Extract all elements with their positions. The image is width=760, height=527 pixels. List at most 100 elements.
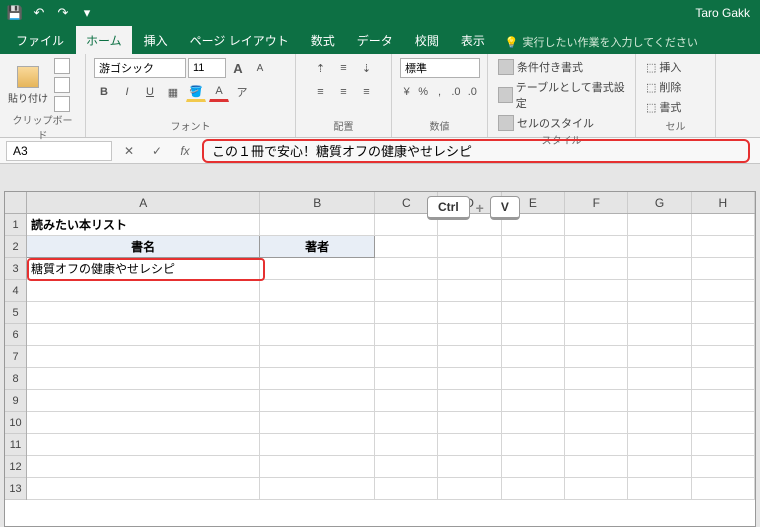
cell-d5[interactable] [438, 302, 501, 324]
tab-page-layout[interactable]: ページ レイアウト [180, 26, 299, 54]
cell-g1[interactable] [628, 214, 691, 236]
cell-a5[interactable] [27, 302, 260, 324]
align-right-icon[interactable]: ≡ [357, 82, 377, 102]
tab-insert[interactable]: 挿入 [134, 26, 178, 54]
cell-b6[interactable] [260, 324, 375, 346]
bold-button[interactable]: B [94, 82, 114, 102]
format-as-table-button[interactable]: テーブルとして書式設定 [496, 78, 627, 112]
cell-a3[interactable]: 糖質オフの健康やせレシピ [27, 258, 260, 280]
cell-g2[interactable] [628, 236, 691, 258]
cell-f12[interactable] [565, 456, 628, 478]
cell-f13[interactable] [565, 478, 628, 500]
align-top-icon[interactable]: ⇡ [311, 58, 331, 78]
row-header-6[interactable]: 6 [5, 324, 26, 346]
cell-g7[interactable] [628, 346, 691, 368]
col-header-a[interactable]: A [27, 192, 260, 213]
cell-f9[interactable] [565, 390, 628, 412]
tab-home[interactable]: ホーム [76, 26, 132, 54]
cell-g9[interactable] [628, 390, 691, 412]
cell-c7[interactable] [375, 346, 438, 368]
cell-f8[interactable] [565, 368, 628, 390]
col-header-b[interactable]: B [260, 192, 375, 213]
cell-h1[interactable] [692, 214, 755, 236]
save-icon[interactable]: 💾 [6, 4, 24, 22]
comma-icon[interactable]: , [433, 82, 446, 102]
cell-b3[interactable] [260, 258, 375, 280]
cell-e3[interactable] [502, 258, 565, 280]
inc-decimal-icon[interactable]: .0 [449, 82, 462, 102]
cell-c13[interactable] [375, 478, 438, 500]
cell-g10[interactable] [628, 412, 691, 434]
cell-d8[interactable] [438, 368, 501, 390]
row-header-5[interactable]: 5 [5, 302, 26, 324]
percent-icon[interactable]: % [416, 82, 429, 102]
cell-d9[interactable] [438, 390, 501, 412]
italic-button[interactable]: I [117, 82, 137, 102]
cell-a11[interactable] [27, 434, 260, 456]
select-all-corner[interactable] [5, 192, 27, 214]
cell-a2[interactable]: 書名 [27, 236, 260, 258]
cell-f4[interactable] [565, 280, 628, 302]
cell-d12[interactable] [438, 456, 501, 478]
cell-e7[interactable] [502, 346, 565, 368]
cell-a9[interactable] [27, 390, 260, 412]
row-header-1[interactable]: 1 [5, 214, 26, 236]
tab-formulas[interactable]: 数式 [301, 26, 345, 54]
cell-h5[interactable] [692, 302, 755, 324]
cell-d6[interactable] [438, 324, 501, 346]
tab-file[interactable]: ファイル [6, 26, 74, 54]
cell-d3[interactable] [438, 258, 501, 280]
row-header-13[interactable]: 13 [5, 478, 26, 500]
underline-button[interactable]: U [140, 82, 160, 102]
currency-icon[interactable]: ¥ [400, 82, 413, 102]
cell-d2[interactable] [438, 236, 501, 258]
fill-color-button[interactable]: 🪣 [186, 82, 206, 102]
cell-b7[interactable] [260, 346, 375, 368]
align-center-icon[interactable]: ≡ [334, 82, 354, 102]
delete-cells-button[interactable]: ⬚ 削除 [644, 78, 707, 96]
cell-d11[interactable] [438, 434, 501, 456]
shrink-font-icon[interactable]: A [250, 58, 270, 78]
cell-h13[interactable] [692, 478, 755, 500]
cell-h6[interactable] [692, 324, 755, 346]
cell-c12[interactable] [375, 456, 438, 478]
cell-e5[interactable] [502, 302, 565, 324]
format-painter-icon[interactable] [54, 96, 70, 112]
format-cells-button[interactable]: ⬚ 書式 [644, 98, 707, 116]
cell-e2[interactable] [502, 236, 565, 258]
cell-c10[interactable] [375, 412, 438, 434]
cell-f6[interactable] [565, 324, 628, 346]
tab-review[interactable]: 校閲 [405, 26, 449, 54]
cell-c9[interactable] [375, 390, 438, 412]
formula-bar[interactable] [204, 143, 748, 158]
cell-b5[interactable] [260, 302, 375, 324]
cell-c3[interactable] [375, 258, 438, 280]
copy-icon[interactable] [54, 77, 70, 93]
cell-e9[interactable] [502, 390, 565, 412]
cell-b12[interactable] [260, 456, 375, 478]
row-header-8[interactable]: 8 [5, 368, 26, 390]
paste-button[interactable]: 貼り付け [8, 66, 48, 105]
cell-g8[interactable] [628, 368, 691, 390]
font-name-select[interactable]: 游ゴシック [94, 58, 186, 78]
cell-c5[interactable] [375, 302, 438, 324]
cell-c6[interactable] [375, 324, 438, 346]
cell-h11[interactable] [692, 434, 755, 456]
cell-e13[interactable] [502, 478, 565, 500]
cell-h9[interactable] [692, 390, 755, 412]
cell-b4[interactable] [260, 280, 375, 302]
tab-view[interactable]: 表示 [451, 26, 495, 54]
cell-a1[interactable]: 読みたい本リスト [27, 214, 260, 236]
phonetic-button[interactable]: ア [232, 82, 252, 102]
cell-b10[interactable] [260, 412, 375, 434]
cell-b13[interactable] [260, 478, 375, 500]
col-header-h[interactable]: H [692, 192, 755, 213]
cell-b8[interactable] [260, 368, 375, 390]
align-left-icon[interactable]: ≡ [311, 82, 331, 102]
number-format-select[interactable]: 標準 [400, 58, 480, 78]
cell-b9[interactable] [260, 390, 375, 412]
font-size-select[interactable]: 11 [188, 58, 226, 78]
dec-decimal-icon[interactable]: .0 [466, 82, 479, 102]
cells-area[interactable]: 読みたい本リスト書名著者糖質オフの健康やせレシピ [27, 214, 755, 526]
conditional-format-button[interactable]: 条件付き書式 [496, 58, 627, 76]
